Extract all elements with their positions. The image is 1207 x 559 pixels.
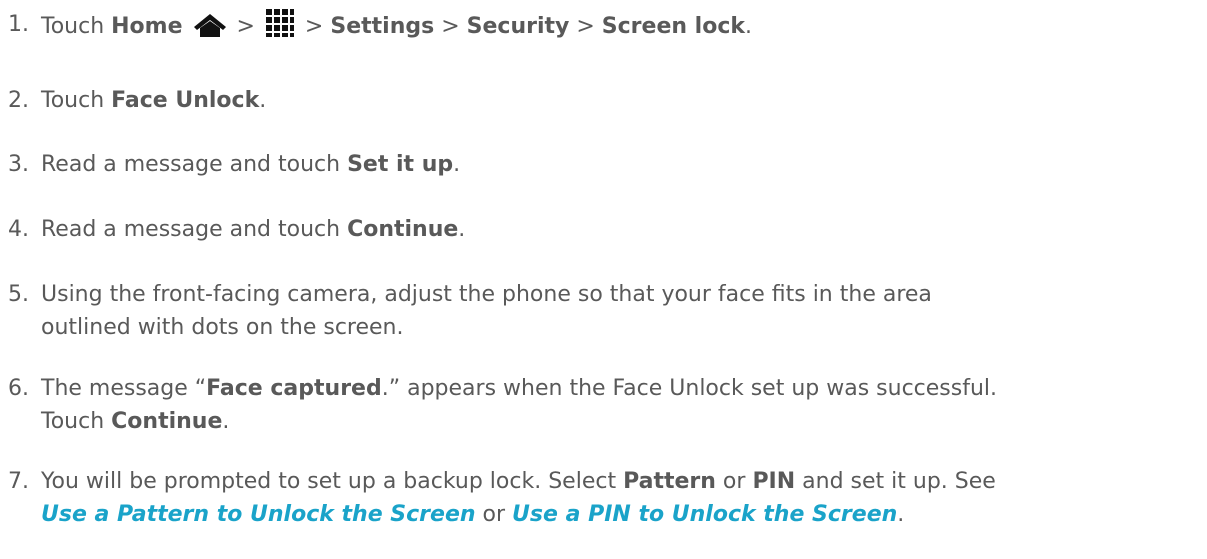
separator: >: [434, 14, 467, 39]
step-5: 5. Using the front-facing camera, adjust …: [8, 278, 932, 344]
settings-label: Settings: [330, 14, 435, 39]
step-text-line2: outlined with dots on the screen.: [41, 315, 404, 340]
step-text-line2-prefix: Touch: [41, 409, 112, 434]
pattern-label: Pattern: [623, 469, 716, 494]
step-2: 2. Touch Face Unlock.: [8, 84, 266, 117]
step-number: 4.: [8, 217, 29, 242]
step-text: Touch Face Unlock.: [41, 84, 266, 117]
step-text-suffix: and set it up. See: [795, 469, 996, 494]
step-text-prefix: Read a message and touch: [41, 217, 348, 242]
set-it-up-label: Set it up: [347, 152, 454, 177]
step-text: The message “Face captured.” appears whe…: [41, 372, 997, 438]
screen-lock-label: Screen lock: [601, 14, 746, 39]
step-number: 5.: [8, 282, 29, 307]
pin-label: PIN: [752, 469, 796, 494]
step-text-prefix: You will be prompted to set up a backup …: [41, 469, 624, 494]
period: .: [897, 502, 905, 527]
step-1: 1. Touch Home > > Settings > Security > S…: [8, 8, 752, 43]
step-text-prefix: Read a message and touch: [41, 152, 348, 177]
step-number: 2.: [8, 88, 29, 113]
step-text-prefix: Touch: [41, 14, 112, 39]
step-3: 3. Read a message and touch Set it up.: [8, 148, 460, 181]
step-number: 1.: [8, 12, 29, 37]
period: .: [458, 217, 466, 242]
step-number: 3.: [8, 152, 29, 177]
step-text-prefix: The message “: [41, 376, 207, 401]
separator: >: [297, 14, 331, 39]
step-text-prefix: Touch: [41, 88, 112, 113]
face-unlock-label: Face Unlock: [111, 88, 260, 113]
step-number: 7.: [8, 469, 29, 494]
face-captured-label: Face captured: [206, 376, 382, 401]
continue-label: Continue: [111, 409, 223, 434]
step-text-line1: Using the front-facing camera, adjust th…: [41, 282, 932, 307]
period: .: [259, 88, 267, 113]
continue-label: Continue: [347, 217, 459, 242]
pattern-unlock-link[interactable]: Use a Pattern to Unlock the Screen: [41, 502, 476, 527]
step-text-line2: Use a Pattern to Unlock the Screen or Us…: [41, 498, 996, 531]
step-text: Read a message and touch Continue.: [41, 213, 465, 246]
security-label: Security: [466, 14, 570, 39]
or-text: or: [475, 502, 513, 527]
separator: >: [229, 14, 262, 39]
step-text: Touch Home > > Settings > Security > Scr…: [41, 8, 752, 43]
step-7: 7. You will be prompted to set up a backu…: [8, 465, 996, 531]
step-text-mid: .” appears when the Face Unlock set up w…: [381, 376, 998, 401]
period: .: [222, 409, 230, 434]
home-icon: [193, 14, 226, 37]
step-text: Read a message and touch Set it up.: [41, 148, 460, 181]
step-text: Using the front-facing camera, adjust th…: [41, 278, 932, 344]
step-text-line2: Touch Continue.: [41, 405, 997, 438]
period: .: [745, 14, 753, 39]
step-text: You will be prompted to set up a backup …: [41, 465, 996, 531]
pin-unlock-link[interactable]: Use a PIN to Unlock the Screen: [512, 502, 897, 527]
home-label: Home: [111, 14, 183, 39]
step-number: 6.: [8, 376, 29, 401]
separator: >: [569, 14, 602, 39]
period: .: [453, 152, 461, 177]
or-text: or: [715, 469, 753, 494]
apps-grid-icon: [265, 9, 294, 37]
step-4: 4. Read a message and touch Continue.: [8, 213, 465, 246]
step-6: 6. The message “Face captured.” appears w…: [8, 372, 997, 438]
